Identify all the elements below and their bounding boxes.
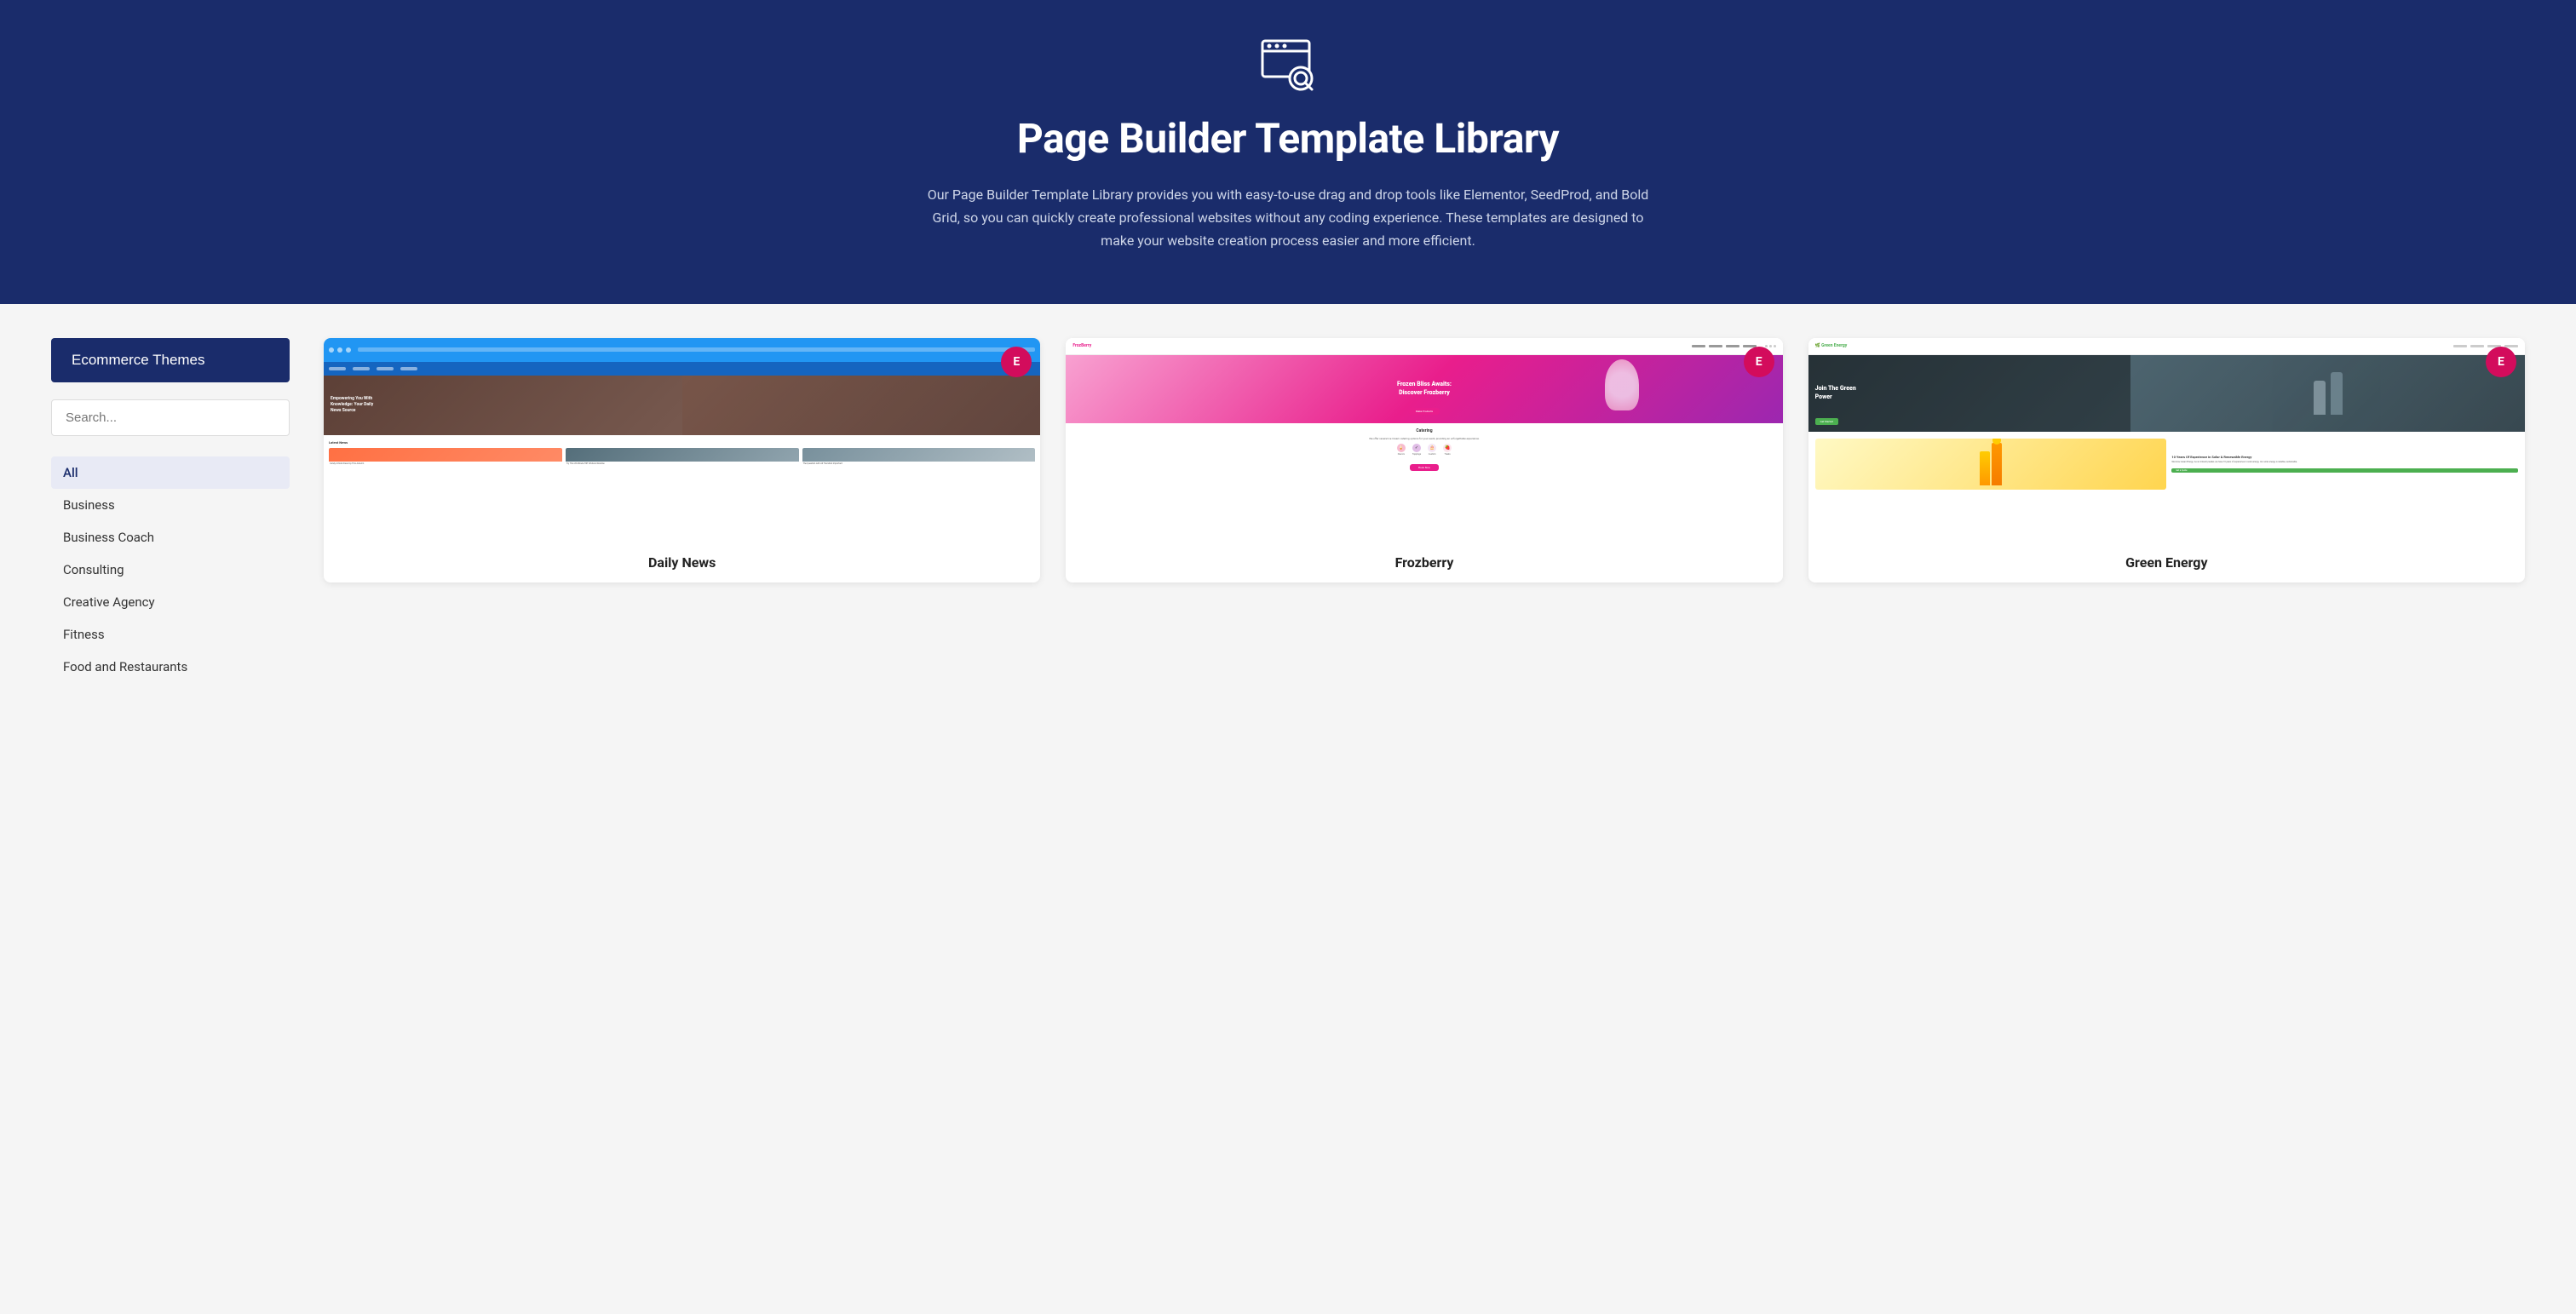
hero-icon [1258, 34, 1318, 97]
filter-item-fitness[interactable]: Fitness [51, 618, 290, 651]
filter-item-consulting[interactable]: Consulting [51, 554, 290, 586]
dn-content: Latest News Candy Artists Dress Up This … [324, 435, 1040, 542]
hero-description: Our Page Builder Template Library provid… [922, 183, 1654, 253]
main-content: Ecommerce Themes All Business Business C… [0, 304, 2576, 815]
template-card-image-green-energy: E 🌿 Green Energy [1808, 338, 2525, 542]
dn-header [324, 338, 1040, 362]
ge-header: 🌿 Green Energy [1808, 338, 2525, 355]
template-card-daily-news[interactable]: E [324, 338, 1040, 582]
filter-item-business[interactable]: Business [51, 489, 290, 521]
dn-nav [324, 362, 1040, 376]
preview-frozberry: FrozBerry [1066, 338, 1782, 542]
ge-section: 10 Years Of Experience in Solar & Renewa… [1808, 432, 2525, 496]
template-card-green-energy[interactable]: E 🌿 Green Energy [1808, 338, 2525, 582]
ecommerce-themes-button[interactable]: Ecommerce Themes [51, 338, 290, 382]
fb-header: FrozBerry [1066, 338, 1782, 355]
template-grid-area: E [324, 338, 2525, 781]
search-input[interactable] [51, 399, 290, 436]
filter-item-creative-agency[interactable]: Creative Agency [51, 586, 290, 618]
template-card-image-daily-news: E [324, 338, 1040, 542]
template-card-title-daily-news: Daily News [324, 542, 1040, 582]
filter-item-food-restaurants[interactable]: Food and Restaurants [51, 651, 290, 683]
filter-item-business-coach[interactable]: Business Coach [51, 521, 290, 554]
preview-green-energy: 🌿 Green Energy Join The GreenPower [1808, 338, 2525, 542]
fb-hero: Frozen Bliss Awaits:Discover Frozberry M… [1066, 355, 1782, 423]
ge-hero: Join The GreenPower Get Started [1808, 355, 2525, 432]
hero-section: Page Builder Template Library Our Page B… [0, 0, 2576, 304]
elementor-badge-frozberry: E [1744, 347, 1774, 377]
elementor-badge-daily-news: E [1001, 347, 1032, 377]
template-card-title-frozberry: Frozberry [1066, 542, 1782, 582]
page-title: Page Builder Template Library [1017, 114, 1559, 163]
filter-list: All Business Business Coach Consulting C… [51, 456, 290, 683]
template-card-title-green-energy: Green Energy [1808, 542, 2525, 582]
template-card-image-frozberry: E FrozBerry [1066, 338, 1782, 542]
search-container [51, 399, 290, 436]
fb-catering: Catering We offer several Ice Cream cate… [1066, 423, 1782, 477]
template-grid: E [324, 338, 2525, 582]
elementor-badge-green-energy: E [2486, 347, 2516, 377]
template-card-frozberry[interactable]: E FrozBerry [1066, 338, 1782, 582]
sidebar: Ecommerce Themes All Business Business C… [51, 338, 290, 781]
preview-daily-news: Empowering You WithKnowledge: Your Daily… [324, 338, 1040, 542]
dn-hero-area: Empowering You WithKnowledge: Your Daily… [324, 376, 1040, 435]
filter-item-all[interactable]: All [51, 456, 290, 489]
